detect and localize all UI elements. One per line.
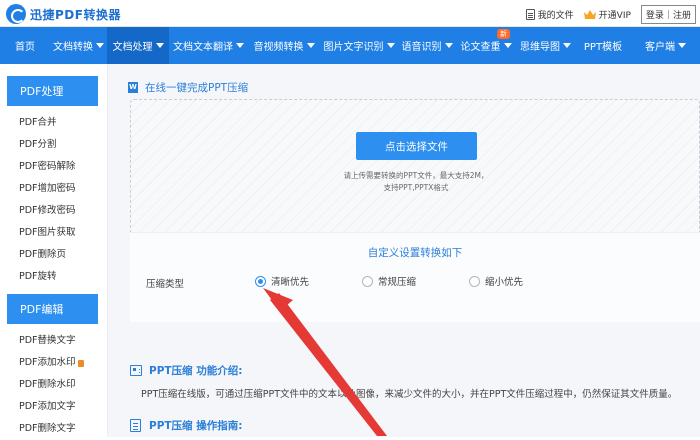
select-file-button[interactable]: 点击选择文件	[356, 132, 477, 160]
crown-icon	[583, 10, 596, 19]
main-content: W 在线一键完成PPT压缩 点击选择文件 请上传需要转换的PPT文件，最大支持2…	[108, 64, 700, 437]
nav-label: 思维导图	[520, 42, 560, 53]
nav-home[interactable]: 首页	[0, 27, 50, 64]
nav-label: 文档处理	[112, 42, 153, 53]
radio-unchecked-icon	[362, 275, 373, 287]
sidebar-item-pdf-split[interactable]: PDF分割	[0, 134, 107, 156]
top-links: 我的文件 开通VIP 登录 | 注册	[525, 5, 696, 24]
sidebar-item-pdf-replace-text[interactable]: PDF替换文字	[0, 330, 107, 352]
sidebar: PDF处理 PDF合并 PDF分割 PDF密码解除 PDF增加密码 PDF修改密…	[0, 64, 108, 437]
sidebar-item-pdf-change-password[interactable]: PDF修改密码	[0, 200, 107, 222]
radio-unchecked-icon	[469, 275, 480, 287]
vip-link[interactable]: 开通VIP	[583, 8, 631, 21]
sidebar-item-pdf-unlock[interactable]: PDF密码解除	[0, 156, 107, 178]
upload-tip: 请上传需要转换的PPT文件，最大支持2M， 支持PPT,PPTX格式	[281, 170, 551, 194]
intro-title: PPT压缩 功能介绍:	[130, 363, 242, 378]
section-title: W 在线一键完成PPT压缩	[128, 80, 248, 95]
word-doc-icon: W	[128, 82, 138, 93]
logo-text: 迅捷PDF转换器	[30, 7, 121, 22]
sidebar-item-pdf-remove-watermark[interactable]: PDF删除水印	[0, 374, 107, 396]
hot-icon	[77, 359, 84, 367]
intro-text: PPT压缩在线版，可通过压缩PPT文件中的文本以及图像，来减少文件的大小，并在P…	[141, 389, 678, 400]
logo-icon	[6, 4, 26, 24]
nav-ocr[interactable]: 图片文字识别	[320, 27, 398, 64]
register-link[interactable]: 注册	[673, 8, 691, 21]
sidebar-item-pdf-add-password[interactable]: PDF增加密码	[0, 178, 107, 200]
clipboard-icon	[130, 419, 141, 432]
caret-down-icon	[306, 43, 315, 48]
nav-label: 客户端	[645, 42, 675, 53]
nav-speech[interactable]: 语音识别	[398, 27, 456, 64]
nav-label: 语音识别	[401, 42, 442, 53]
intro-icon	[130, 365, 142, 376]
nav-label: 图片文字识别	[323, 42, 384, 53]
guide-title: PPT压缩 操作指南:	[130, 418, 242, 433]
radio-label: 常规压缩	[378, 277, 417, 288]
upload-tip-line1: 请上传需要转换的PPT文件，最大支持2M，	[343, 171, 489, 180]
sidebar-group-pdf-process: PDF处理	[7, 76, 98, 106]
sidebar-item-pdf-extract-images[interactable]: PDF图片获取	[0, 222, 107, 244]
top-bar: 迅捷PDF转换器 我的文件 开通VIP 登录 | 注册	[0, 0, 700, 27]
sidebar-item-pdf-rotate[interactable]: PDF旋转	[0, 266, 107, 288]
compress-type-label: 压缩类型	[146, 279, 185, 290]
nav-doc-convert[interactable]: 文档转换	[50, 27, 107, 64]
nav-label: 文档文本翻译	[173, 42, 233, 53]
my-files-label: 我的文件	[537, 11, 574, 21]
document-icon	[525, 9, 535, 20]
nav-mindmap[interactable]: 思维导图	[516, 27, 575, 64]
nav-doc-process[interactable]: 文档处理	[107, 27, 169, 64]
caret-down-icon	[155, 43, 164, 48]
upload-tip-line2: 支持PPT,PPTX格式	[383, 183, 449, 192]
settings-title: 自定义设置转换如下	[367, 247, 463, 259]
nav-ppt-template[interactable]: PPT模板	[575, 27, 631, 64]
radio-size-first[interactable]: 缩小优先	[469, 274, 523, 288]
vip-label: 开通VIP	[598, 11, 631, 21]
login-link[interactable]: 登录	[646, 8, 664, 21]
upload-dropzone[interactable]: 点击选择文件 请上传需要转换的PPT文件，最大支持2M， 支持PPT,PPTX格…	[130, 99, 700, 249]
caret-down-icon	[96, 43, 104, 48]
sidebar-group-pdf-edit: PDF编辑	[7, 294, 98, 324]
sidebar-item-pdf-delete-pages[interactable]: PDF删除页	[0, 244, 107, 266]
nav-plagiarism[interactable]: 论文查重 新	[456, 27, 516, 64]
nav-label: 文档转换	[53, 42, 93, 53]
settings-panel: 自定义设置转换如下 压缩类型 清晰优先 常规压缩 缩小优先	[130, 232, 700, 322]
logo[interactable]: 迅捷PDF转换器	[6, 4, 121, 24]
sidebar-item-label: PDF添加水印	[19, 357, 76, 368]
nav-label: 音视频转换	[253, 42, 304, 53]
nav-label: 首页	[15, 42, 35, 53]
auth-separator: |	[666, 9, 670, 20]
nav-client[interactable]: 客户端	[631, 27, 700, 64]
intro-title-text: PPT压缩 功能介绍:	[149, 365, 243, 377]
caret-down-icon	[563, 43, 571, 48]
caret-down-icon	[444, 43, 453, 48]
nav-label: PPT模板	[583, 42, 623, 53]
caret-down-icon	[386, 43, 395, 48]
new-badge: 新	[497, 29, 510, 39]
radio-normal-compress[interactable]: 常规压缩	[362, 274, 416, 288]
section-title-text: 在线一键完成PPT压缩	[145, 82, 249, 94]
caret-down-icon	[236, 43, 244, 48]
caret-down-icon	[503, 43, 512, 48]
sidebar-item-pdf-add-watermark[interactable]: PDF添加水印	[0, 352, 107, 374]
nav-av-convert[interactable]: 音视频转换	[248, 27, 320, 64]
sidebar-item-pdf-merge[interactable]: PDF合并	[0, 112, 107, 134]
radio-label: 缩小优先	[485, 277, 524, 288]
radio-checked-icon	[255, 275, 266, 287]
sidebar-item-pdf-add-text[interactable]: PDF添加文字	[0, 396, 107, 418]
radio-label: 清晰优先	[271, 277, 310, 288]
guide-title-text: PPT压缩 操作指南:	[149, 420, 243, 432]
main-nav: 首页 文档转换 文档处理 文档文本翻译 音视频转换 图片文字识别 语音识别 论文…	[0, 27, 700, 64]
nav-label: 论文查重	[460, 42, 501, 53]
caret-down-icon	[678, 43, 686, 48]
auth-box: 登录 | 注册	[640, 5, 696, 24]
nav-translate[interactable]: 文档文本翻译	[169, 27, 248, 64]
my-files-link[interactable]: 我的文件	[525, 8, 574, 21]
radio-clarity-first[interactable]: 清晰优先	[255, 274, 309, 288]
